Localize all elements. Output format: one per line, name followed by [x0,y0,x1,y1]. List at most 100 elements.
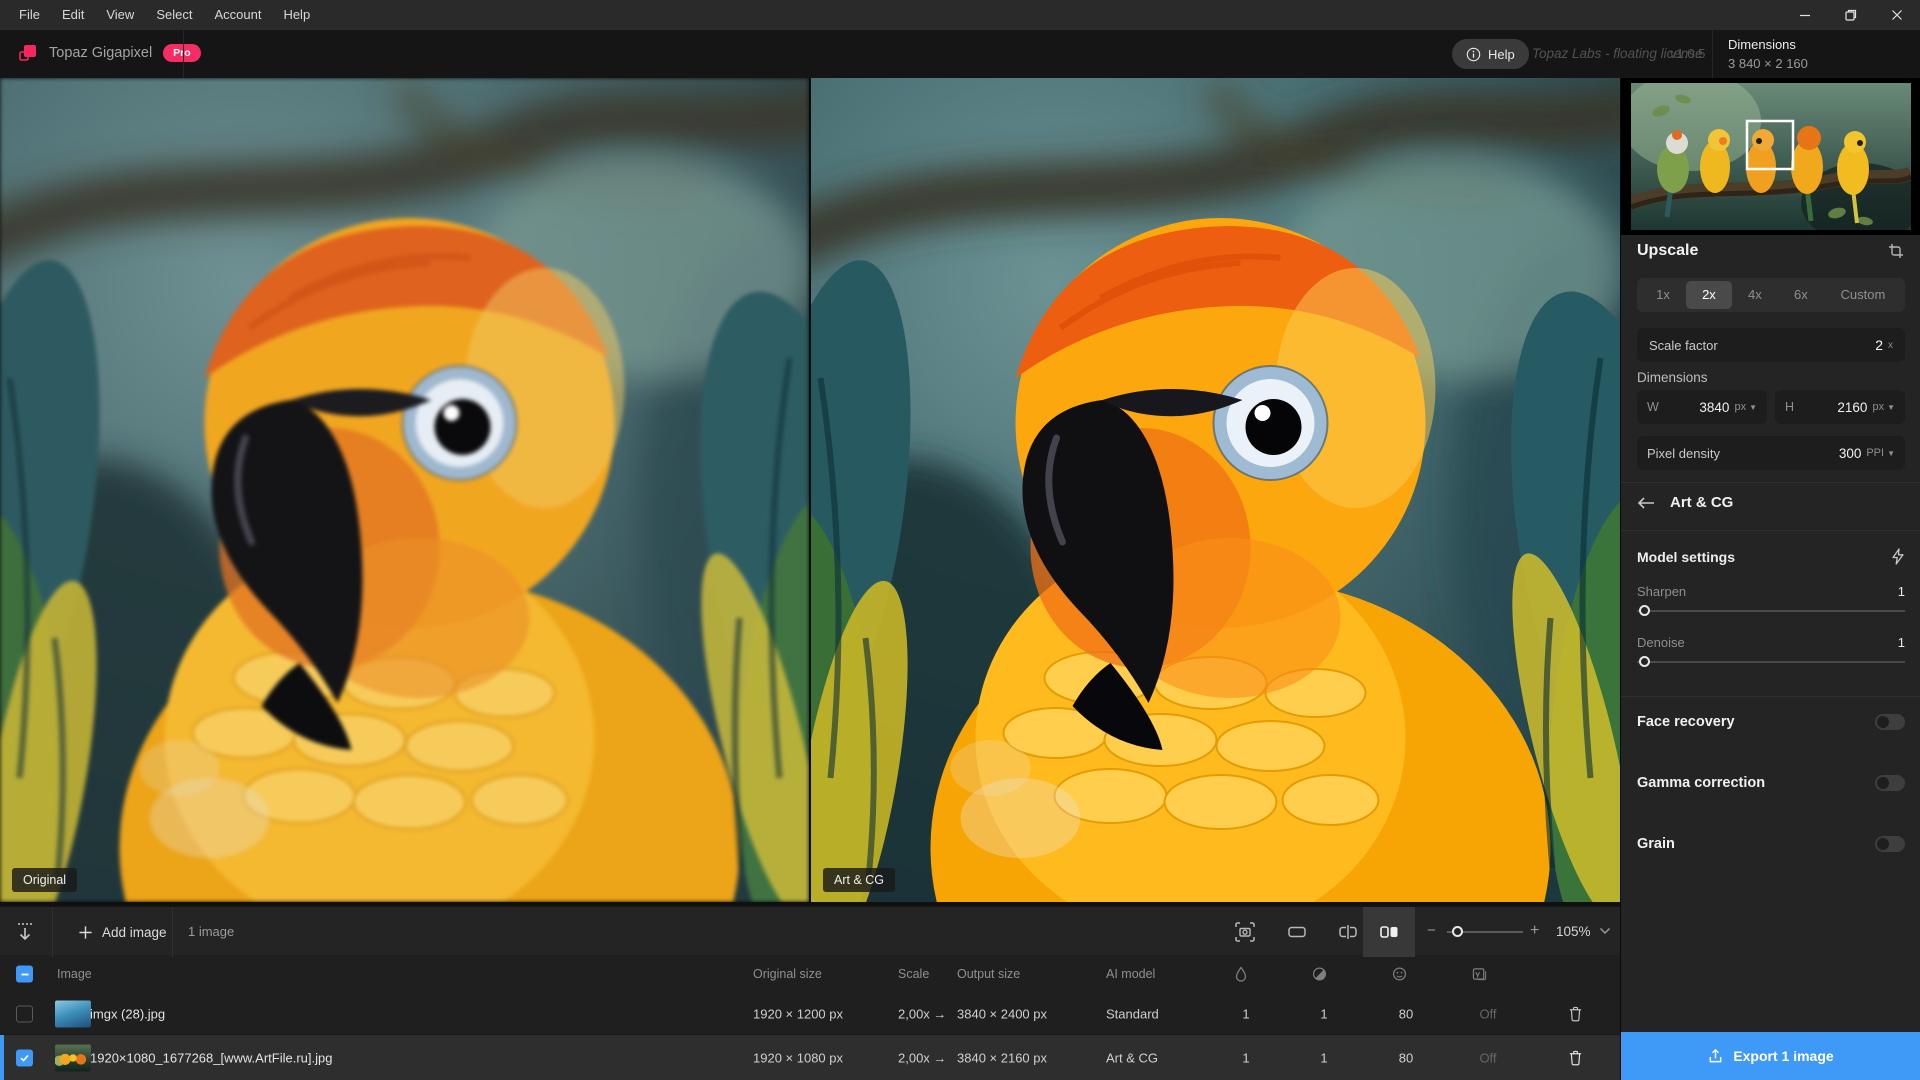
delete-row-button[interactable] [1568,1005,1583,1022]
help-button[interactable]: Help [1452,39,1529,69]
add-image-label: Add image [102,925,167,940]
zoom-in-button[interactable]: + [1530,907,1539,955]
col-output-size: Output size [957,967,1020,981]
sharpen-value: 1 [1898,584,1905,599]
crop-button[interactable] [1888,243,1904,259]
sharpen-slider-track[interactable] [1637,610,1905,612]
image-count: 1 image [188,907,234,957]
file-name: imgx (28).jpg [90,1006,165,1021]
trash-icon [1570,1007,1581,1020]
topaz-logo-icon [18,43,38,63]
add-image-button[interactable]: Add image [64,907,181,957]
table-header-row: Image Original size Scale Output size AI… [0,955,1620,993]
scale-factor-row[interactable]: Scale factor 2 x [1637,328,1905,362]
menu-help[interactable]: Help [272,0,321,30]
sidebar-divider [1621,530,1920,531]
navigator-preview-image [1631,83,1911,230]
width-unit-chevron-icon[interactable]: ▼ [1749,403,1757,412]
lightning-icon[interactable] [1891,548,1905,565]
height-field[interactable]: H 2160 px ▼ [1775,390,1905,424]
row-thumbnail [55,1000,91,1027]
minimize-button[interactable] [1782,0,1828,30]
denoise-slider-thumb[interactable] [1639,656,1650,667]
row-checkbox-checked[interactable] [16,1049,33,1066]
face-recovery-value: 80 [1392,1050,1420,1065]
face-recovery-toggle[interactable] [1875,714,1905,730]
grain-toggle[interactable] [1875,836,1905,852]
restore-icon [1845,9,1857,21]
output-dimensions-block: Dimensions 3 840 × 2 160 [1728,37,1808,71]
scale-6x-button[interactable]: 6x [1778,281,1824,309]
app-name: Topaz Gigapixel [49,45,152,61]
table-row[interactable]: imgx (28).jpg 1920 × 1200 px 2,00x → 384… [0,993,1620,1035]
pixel-density-field[interactable]: Pixel density 300 PPI ▼ [1637,436,1905,470]
original-image-panel[interactable]: Original [0,78,809,902]
menu-account[interactable]: Account [203,0,272,30]
pixel-density-chevron-icon[interactable]: ▼ [1887,449,1895,458]
toolbar-divider [172,907,173,957]
split-view-icon [1336,920,1360,944]
denoise-slider-track[interactable] [1637,661,1905,663]
collapse-tray-button[interactable] [14,920,36,944]
original-label-badge: Original [12,868,77,892]
scale-2x-button[interactable]: 2x [1686,281,1732,309]
selected-row-indicator [0,1035,4,1080]
menu-file[interactable]: File [8,0,51,30]
ai-model-value: Standard [1106,1006,1159,1021]
scale-custom-button[interactable]: Custom [1824,281,1902,309]
scale-4x-button[interactable]: 4x [1732,281,1778,309]
titlebar-divider [183,30,184,78]
single-view-button[interactable] [1285,920,1309,944]
zoom-chevron-down-icon[interactable] [1599,927,1611,935]
model-settings-header: Model settings [1637,548,1905,565]
check-icon [19,1052,30,1063]
denoise-label: Denoise [1637,635,1685,650]
sharpen-slider-header: Sharpen 1 [1637,584,1905,599]
titlebar-divider2 [1712,30,1713,78]
delete-row-button[interactable] [1568,1049,1583,1066]
scale-factor-label: Scale factor [1649,338,1718,353]
scale-factor-value[interactable]: 2 [1875,337,1883,353]
menu-view[interactable]: View [95,0,145,30]
sharpen-value: 1 [1234,1050,1258,1065]
table-row-selected[interactable]: 1920×1080_1677268_[www.ArtFile.ru].jpg 1… [0,1035,1620,1080]
single-view-icon [1285,920,1309,944]
row-checkbox[interactable] [16,1005,33,1022]
pixel-density-value[interactable]: 300 [1839,446,1862,461]
back-arrow-icon[interactable] [1637,496,1655,510]
split-view-button[interactable] [1336,920,1360,944]
snapshot-view-button[interactable] [1233,920,1257,944]
toggle-knob [1877,777,1889,789]
zoom-slider-thumb[interactable] [1452,926,1463,937]
sharpen-column-icon [1234,966,1258,982]
height-value[interactable]: 2160 [1837,400,1867,415]
zoom-level-value[interactable]: 105% [1556,907,1591,957]
gamma-correction-toggle[interactable] [1875,775,1905,791]
close-button[interactable] [1874,0,1920,30]
face-recovery-value: 80 [1392,1006,1420,1021]
export-button[interactable]: Export 1 image [1621,1032,1920,1080]
denoise-slider-header: Denoise 1 [1637,635,1905,650]
side-by-side-view-button[interactable] [1377,920,1401,944]
select-all-checkbox[interactable] [16,966,33,983]
height-unit-chevron-icon[interactable]: ▼ [1887,403,1895,412]
app-logo: Topaz Gigapixel Pro [18,43,201,63]
zoom-out-button[interactable]: − [1427,907,1436,955]
maximize-button[interactable] [1828,0,1874,30]
scale-1x-button[interactable]: 1x [1640,281,1686,309]
original-size-value: 1920 × 1080 px [753,1050,843,1065]
pixel-density-label: Pixel density [1647,446,1720,461]
navigator-thumbnail[interactable] [1621,78,1920,235]
enhanced-image-panel[interactable]: Art & CG [811,78,1620,902]
enhanced-parrot-image [811,78,1620,902]
dock-down-arrow-icon [14,920,36,944]
menu-items: File Edit View Select Account Help [0,0,321,30]
menu-edit[interactable]: Edit [51,0,95,30]
width-value[interactable]: 3840 [1699,400,1729,415]
sharpen-slider-thumb[interactable] [1639,605,1650,616]
menu-select[interactable]: Select [145,0,203,30]
ai-model-value: Art & CG [1106,1050,1158,1065]
title-bar: Topaz Gigapixel Pro Help Topaz Labs - fl… [0,30,1920,78]
width-field[interactable]: W 3840 px ▼ [1637,390,1767,424]
grain-row: Grain [1637,836,1905,852]
